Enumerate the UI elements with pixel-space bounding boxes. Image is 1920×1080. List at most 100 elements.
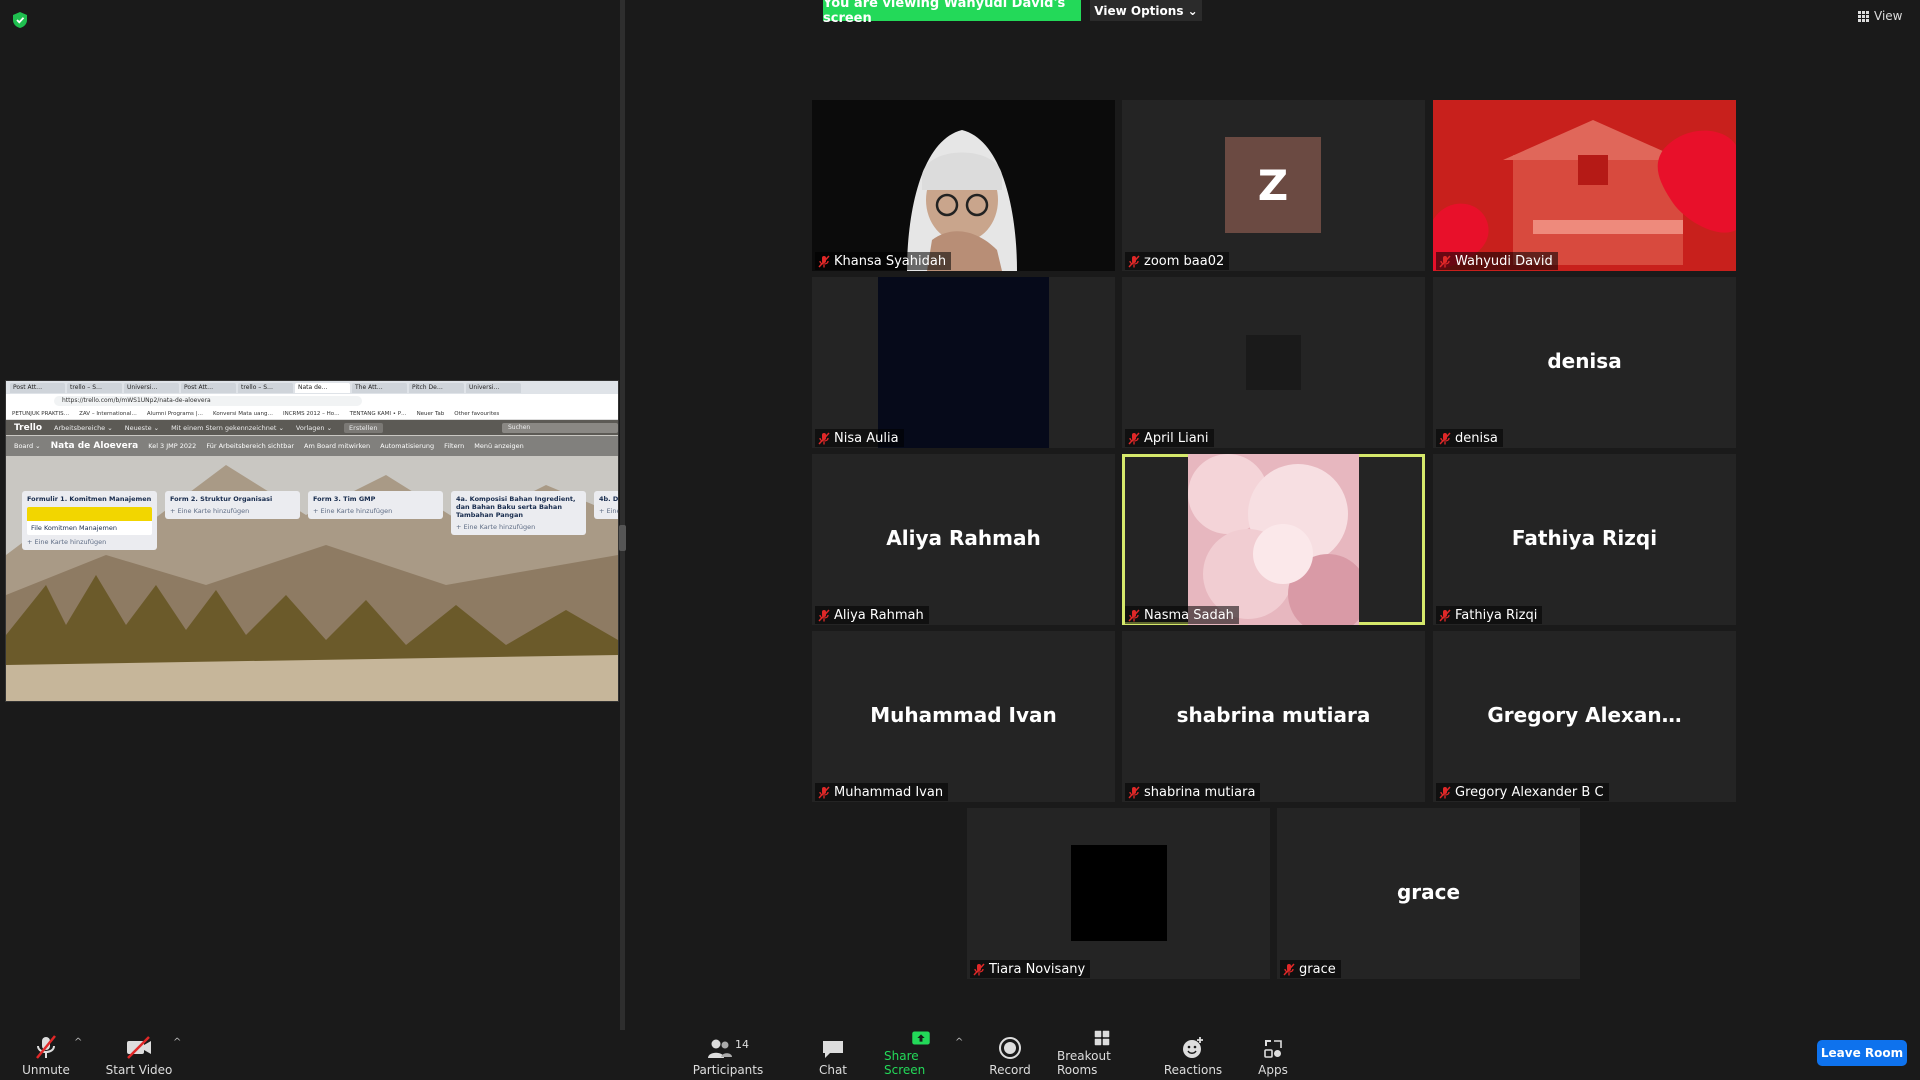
- participant-tile[interactable]: Muhammad Ivan Muhammad Ivan: [812, 631, 1115, 802]
- list-title[interactable]: Formulir 1. Komitmen Manajemen: [27, 495, 152, 503]
- share-options-caret[interactable]: ^: [955, 1037, 963, 1048]
- unmute-label: Unmute: [22, 1063, 70, 1077]
- bookmark[interactable]: Other favourites: [454, 411, 499, 417]
- workspace-button[interactable]: Kel 3 JMP 2022: [148, 442, 196, 450]
- participant-tile-active-speaker[interactable]: Nasma Sadah: [1122, 454, 1425, 625]
- pane-splitter[interactable]: [620, 0, 625, 1030]
- view-button[interactable]: View: [1858, 9, 1902, 23]
- participant-tile[interactable]: Z zoom baa02: [1122, 100, 1425, 271]
- participant-video: [1246, 335, 1301, 390]
- participant-name-tag: Nasma Sadah: [1125, 606, 1239, 624]
- filter-button[interactable]: Filtern: [444, 442, 464, 450]
- leave-room-button[interactable]: Leave Room: [1817, 1040, 1907, 1066]
- trello-nav-item[interactable]: Neueste ⌄: [125, 424, 159, 432]
- bookmark[interactable]: PETUNJUK PRAKTIS…: [12, 411, 69, 417]
- start-video-button[interactable]: Start Video: [104, 1030, 174, 1080]
- participant-tile[interactable]: shabrina mutiara shabrina mutiara: [1122, 631, 1425, 802]
- participant-name-tag: Fathiya Rizqi: [1436, 606, 1543, 624]
- browser-tab[interactable]: trello – S…: [238, 382, 293, 393]
- participant-name: Tiara Novisany: [989, 961, 1086, 977]
- add-card-button[interactable]: + Eine Karte hinzufügen: [313, 507, 438, 515]
- show-menu-button[interactable]: Menü anzeigen: [474, 442, 523, 450]
- trello-create-button[interactable]: Erstellen: [344, 423, 383, 433]
- trello-header: Trello Arbeitsbereiche ⌄ Neueste ⌄ Mit e…: [6, 420, 618, 436]
- view-options-button[interactable]: View Options ⌄: [1090, 0, 1202, 21]
- muted-mic-icon: [1128, 608, 1140, 622]
- trello-logo[interactable]: Trello: [14, 423, 42, 433]
- trello-card[interactable]: File Komitmen Manajemen: [27, 507, 152, 535]
- bookmark[interactable]: ZAV – International…: [79, 411, 137, 417]
- share-board-button[interactable]: Am Board mitwirken: [304, 442, 370, 450]
- participant-tile[interactable]: Fathiya Rizqi Fathiya Rizqi: [1433, 454, 1736, 625]
- browser-tab[interactable]: Universi…: [466, 382, 521, 393]
- participant-tile[interactable]: Khansa Syahidah: [812, 100, 1115, 271]
- browser-tab[interactable]: trello – S…: [67, 382, 122, 393]
- trello-list[interactable]: Form 3. Tim GMP + Eine Karte hinzufügen: [308, 491, 443, 519]
- browser-tab-active[interactable]: Nata de…: [295, 382, 350, 393]
- add-card-button[interactable]: + Eine Karte hinzufügen: [599, 507, 618, 515]
- trello-nav-item[interactable]: Mit einem Stern gekennzeichnet ⌄: [171, 424, 284, 432]
- muted-mic-icon: [973, 962, 985, 976]
- participant-tile[interactable]: Wahyudi David: [1433, 100, 1736, 271]
- add-card-button[interactable]: + Eine Karte hinzufügen: [456, 523, 581, 531]
- participant-name: denisa: [1455, 430, 1498, 446]
- participant-tile[interactable]: Aliya Rahmah Aliya Rahmah: [812, 454, 1115, 625]
- participants-count: 14: [735, 1038, 749, 1051]
- list-title[interactable]: 4b. Deskripsi Baha…: [599, 495, 618, 503]
- muted-mic-icon: [1128, 431, 1140, 445]
- unmute-button[interactable]: Unmute: [18, 1030, 74, 1080]
- add-card-button[interactable]: + Eine Karte hinzufügen: [170, 507, 295, 515]
- browser-tab[interactable]: Pitch De…: [409, 382, 464, 393]
- participants-button[interactable]: 14 Participants: [693, 1030, 764, 1080]
- breakout-rooms-button[interactable]: Breakout Rooms: [1057, 1030, 1147, 1080]
- muted-mic-icon: [818, 785, 830, 799]
- bookmark[interactable]: INCRMS 2012 – Ho…: [283, 411, 340, 417]
- view-label: View: [1874, 9, 1903, 23]
- card-title: File Komitmen Manajemen: [31, 524, 118, 532]
- trello-nav-item[interactable]: Vorlagen ⌄: [296, 424, 332, 432]
- trello-search-input[interactable]: Suchen: [502, 423, 618, 433]
- chat-button[interactable]: Chat: [812, 1030, 854, 1080]
- participant-tile[interactable]: Gregory Alexan… Gregory Alexander B C: [1433, 631, 1736, 802]
- participant-tile[interactable]: April Liani: [1122, 277, 1425, 448]
- board-title[interactable]: Nata de Aloevera: [51, 441, 139, 451]
- trello-list[interactable]: Formulir 1. Komitmen Manajemen File Komi…: [22, 491, 157, 550]
- browser-tab[interactable]: Universi…: [124, 382, 179, 393]
- viewing-screen-banner: You are viewing Wahyudi David's screen: [823, 0, 1081, 26]
- trello-list[interactable]: 4a. Komposisi Bahan Ingredient, dan Baha…: [451, 491, 586, 535]
- browser-tab[interactable]: Post Att…: [181, 382, 236, 393]
- video-options-caret[interactable]: ^: [173, 1037, 181, 1048]
- apps-button[interactable]: Apps: [1255, 1030, 1291, 1080]
- splitter-handle[interactable]: [619, 525, 626, 551]
- security-shield-icon[interactable]: [12, 11, 28, 29]
- reactions-button[interactable]: Reactions: [1163, 1030, 1223, 1080]
- shared-screen-view[interactable]: Post Att… trello – S… Universi… Post Att…: [5, 380, 619, 702]
- add-card-button[interactable]: + Eine Karte hinzufügen: [27, 538, 152, 546]
- participant-tile[interactable]: denisa denisa: [1433, 277, 1736, 448]
- board-view-button[interactable]: Board ⌄: [14, 442, 41, 450]
- participant-tile[interactable]: grace grace: [1277, 808, 1580, 979]
- visibility-button[interactable]: Für Arbeitsbereich sichtbar: [206, 442, 294, 450]
- participant-name: Nasma Sadah: [1144, 607, 1234, 623]
- participant-name: Aliya Rahmah: [834, 607, 924, 623]
- list-title[interactable]: 4a. Komposisi Bahan Ingredient, dan Baha…: [456, 495, 581, 519]
- automation-button[interactable]: Automatisierung: [380, 442, 434, 450]
- bookmark[interactable]: Alumni Programs |…: [147, 411, 203, 417]
- record-button[interactable]: Record: [989, 1030, 1031, 1080]
- bookmark[interactable]: TENTANG KAMI • P…: [350, 411, 407, 417]
- share-screen-button[interactable]: Share Screen: [884, 1030, 958, 1080]
- list-title[interactable]: Form 2. Struktur Organisasi: [170, 495, 295, 503]
- audio-options-caret[interactable]: ^: [74, 1037, 82, 1048]
- url-field[interactable]: https://trello.com/b/mWS1UNp2/nata-de-al…: [54, 396, 362, 406]
- muted-mic-icon: [1439, 431, 1451, 445]
- participant-tile[interactable]: Tiara Novisany: [967, 808, 1270, 979]
- bookmark[interactable]: Neuer Tab: [417, 411, 445, 417]
- list-title[interactable]: Form 3. Tim GMP: [313, 495, 438, 503]
- trello-nav-item[interactable]: Arbeitsbereiche ⌄: [54, 424, 113, 432]
- participant-tile[interactable]: Nisa Aulia: [812, 277, 1115, 448]
- browser-tab[interactable]: Post Att…: [10, 382, 65, 393]
- trello-list[interactable]: Form 2. Struktur Organisasi + Eine Karte…: [165, 491, 300, 519]
- browser-tab[interactable]: The Att…: [352, 382, 407, 393]
- bookmark[interactable]: Konversi Mata uang…: [213, 411, 273, 417]
- trello-list[interactable]: 4b. Deskripsi Baha… + Eine Karte hinzufü…: [594, 491, 618, 519]
